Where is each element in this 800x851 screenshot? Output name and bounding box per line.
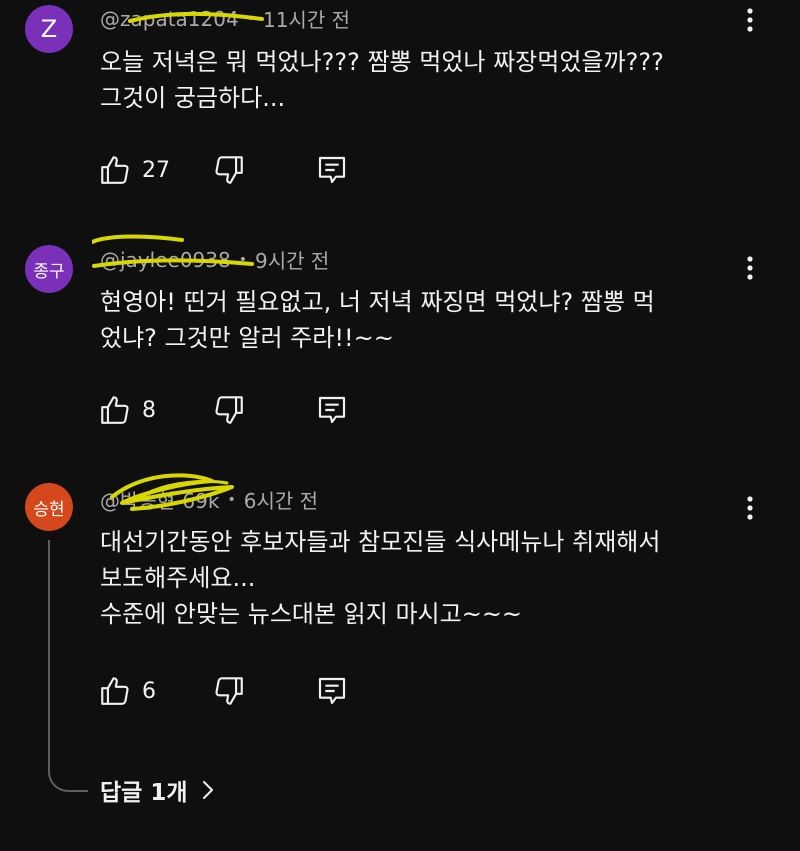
reply-button[interactable] [316, 390, 348, 430]
like-button[interactable]: 8 [98, 390, 156, 430]
comment-meta: @박승현-69k • 6시간 전 [100, 473, 319, 514]
reply-button[interactable] [316, 671, 348, 711]
thumbs-down-icon [215, 156, 243, 184]
avatar-label: 종구 [33, 261, 65, 282]
reply-comment-icon [318, 156, 346, 184]
meta-separator: • [246, 10, 255, 27]
more-vert-icon[interactable] [736, 490, 764, 526]
comment-actions: 8 [98, 390, 398, 430]
comment-time: 9시간 전 [254, 249, 330, 273]
like-button[interactable]: 27 [98, 150, 170, 190]
avatar[interactable]: 종구 [25, 245, 73, 293]
comment-time: 6시간 전 [243, 489, 319, 513]
avatar-label: 승현 [33, 499, 65, 520]
like-count: 8 [142, 397, 156, 423]
reply-comment-icon [318, 677, 346, 705]
reply-button[interactable] [316, 150, 348, 190]
reply-thread-line [48, 540, 88, 792]
like-count: 27 [142, 157, 170, 183]
meta-separator: • [238, 251, 247, 268]
reply-comment-icon [318, 396, 346, 424]
author-handle-text: @박승현-69k [100, 489, 220, 513]
meta-separator: • [227, 491, 236, 508]
dislike-button[interactable] [212, 671, 246, 711]
comment-time: 11시간 전 [262, 8, 350, 32]
author-handle-text: @zapata1204 [100, 6, 239, 31]
comment-meta: @jaylee0938 • 9시간 전 [92, 234, 330, 274]
like-button[interactable]: 6 [98, 671, 156, 711]
author-handle-text: @jaylee0938 [100, 247, 231, 272]
avatar[interactable]: Z [25, 5, 73, 53]
comment-meta: @zapata1204 • 11시간 전 [100, 4, 350, 33]
author-handle[interactable]: @zapata1204 [100, 6, 264, 31]
author-handle[interactable]: @jaylee0938 [92, 234, 254, 272]
comment-actions: 27 [98, 150, 398, 190]
avatar-label: Z [40, 15, 58, 43]
replies-label: 답글 1개 [100, 780, 188, 806]
thumbs-up-icon [101, 396, 129, 424]
author-handle[interactable]: @박승현-69k [100, 473, 234, 514]
more-vert-icon[interactable] [736, 250, 764, 286]
thumbs-up-icon [101, 677, 129, 705]
thumbs-down-icon [215, 396, 243, 424]
dislike-button[interactable] [212, 150, 246, 190]
comment-actions: 6 [98, 671, 398, 711]
comment-text: 현영아! 띤거 필요없고, 너 저녁 짜징면 먹었냐? 짬뽕 먹 었냐? 그것만… [100, 288, 655, 352]
chevron-right-icon [202, 781, 213, 799]
comment-text: 오늘 저녁은 뭐 먹었나??? 짬뽕 먹었나 짜장먹었을까??? 그것이 궁금하… [100, 48, 664, 112]
more-vert-icon[interactable] [736, 2, 764, 38]
thumbs-up-icon [101, 156, 129, 184]
like-count: 6 [142, 678, 156, 704]
thumbs-down-icon [215, 677, 243, 705]
comment-text: 대선기간동안 후보자들과 참모진들 식사메뉴나 취재해서 보도해주세요... 수… [100, 528, 661, 628]
dislike-button[interactable] [212, 390, 246, 430]
view-replies-button[interactable]: 답글 1개 [100, 772, 214, 808]
avatar[interactable]: 승현 [25, 483, 73, 531]
